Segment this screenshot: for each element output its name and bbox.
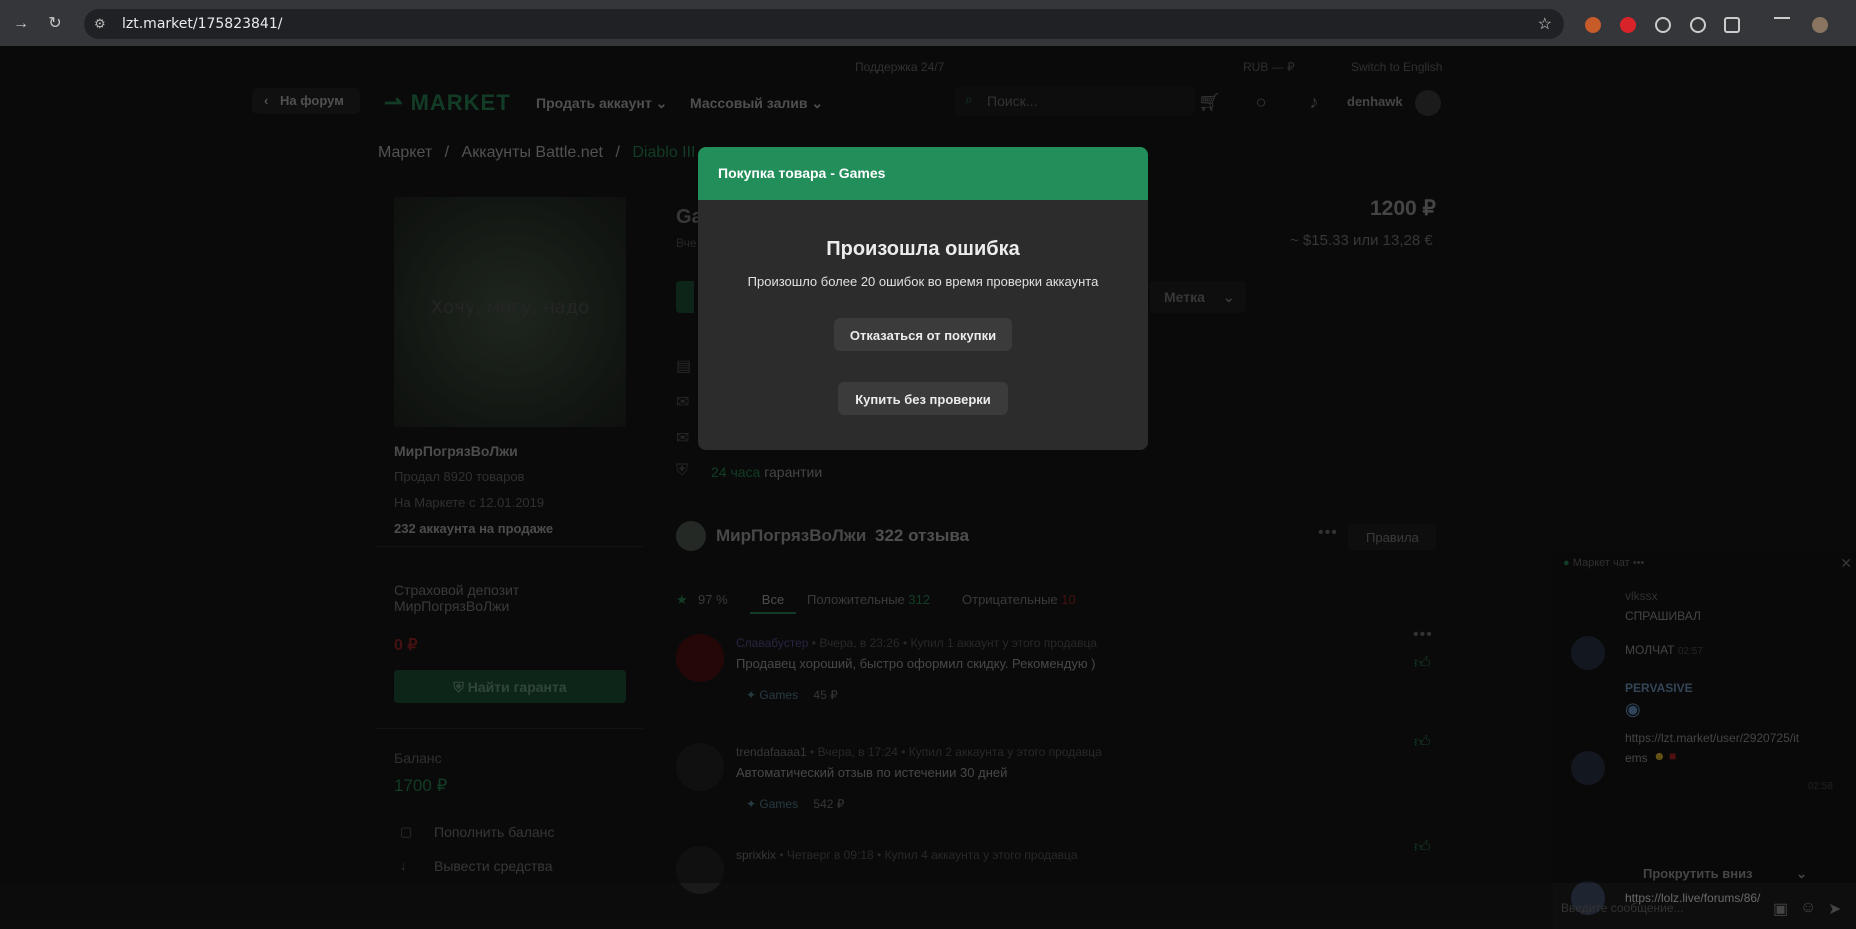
image-icon[interactable]: ▣ xyxy=(1773,899,1788,919)
decline-purchase-label: Отказаться от покупки xyxy=(849,328,997,343)
modal-header-title: Покупка товара - Games xyxy=(718,165,886,181)
modal-message: Произошло более 20 ошибок во время прове… xyxy=(747,274,1099,289)
media-queue-icon[interactable] xyxy=(1774,17,1790,33)
profile-avatar-icon[interactable] xyxy=(1812,17,1828,33)
modal-header: Покупка товара - Games xyxy=(698,147,1148,200)
modal-title: Произошла ошибка xyxy=(826,238,1020,260)
chat-input-placeholder: Введите сообщение... xyxy=(1561,901,1684,915)
purchase-error-modal: Покупка товара - Games Произошла ошибка … xyxy=(698,147,1148,450)
address-bar[interactable]: ⚙ lzt.market/175823841/ ☆ xyxy=(84,9,1564,39)
globe-extension-icon[interactable] xyxy=(1690,17,1706,33)
chat-input[interactable]: Введите сообщение... xyxy=(1561,901,1684,915)
adblock-extension-icon[interactable] xyxy=(1620,17,1636,33)
emoji-picker-icon[interactable]: ☺ xyxy=(1800,899,1816,917)
buy-without-check-button[interactable]: Купить без проверки xyxy=(838,382,1008,415)
puzzle-extensions-icon[interactable] xyxy=(1724,17,1740,33)
send-icon[interactable]: ➤ xyxy=(1828,899,1841,919)
bookmark-star-icon[interactable]: ☆ xyxy=(1538,14,1552,34)
url-text[interactable]: lzt.market/175823841/ xyxy=(122,16,282,32)
reload-icon[interactable]: ↻ xyxy=(46,15,64,33)
forward-icon[interactable]: → xyxy=(12,15,30,33)
speed-extension-icon[interactable] xyxy=(1655,17,1671,33)
cookie-extension-icon[interactable] xyxy=(1585,17,1601,33)
buy-without-check-label: Купить без проверки xyxy=(855,392,991,407)
decline-purchase-button[interactable]: Отказаться от покупки xyxy=(834,318,1012,351)
site-settings-icon[interactable]: ⚙ xyxy=(94,16,110,32)
browser-toolbar: → ↻ ⚙ lzt.market/175823841/ ☆ xyxy=(0,0,1856,46)
